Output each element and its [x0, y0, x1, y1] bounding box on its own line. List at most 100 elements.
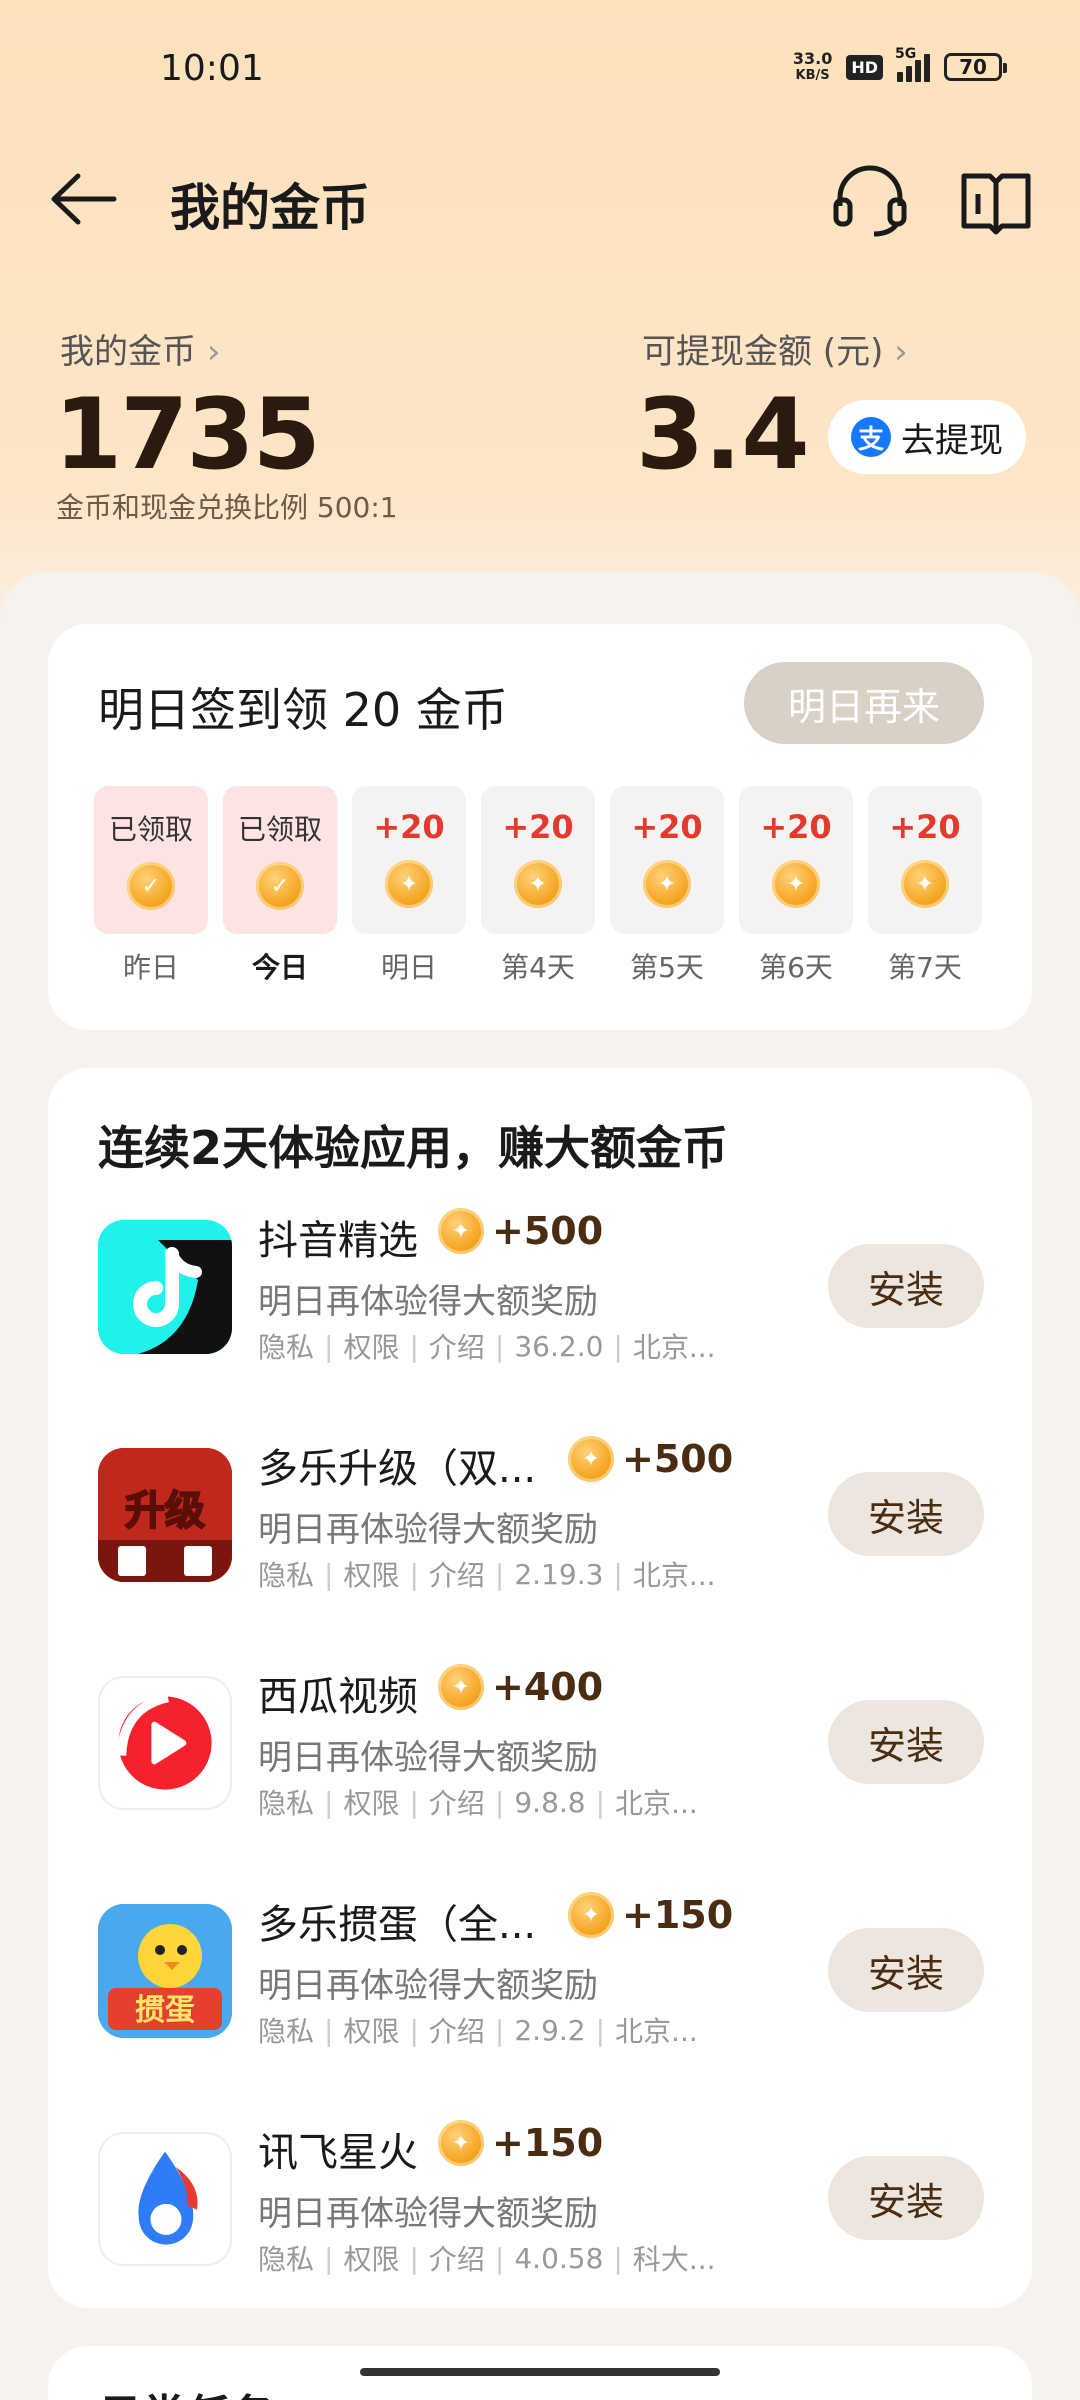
coin-icon: ✦	[568, 1892, 614, 1938]
app-section-title: 连续2天体验应用，赚大额金币	[98, 1121, 729, 1175]
withdraw-button[interactable]: 支 去提现	[828, 400, 1026, 474]
my-coins-link[interactable]: 我的金币 ›	[60, 324, 220, 373]
install-button[interactable]: 安装	[828, 2156, 984, 2240]
permissions-link[interactable]: 权限	[343, 2238, 399, 2278]
status-bar: 10:01 33.0 KB/S HD 5G 70	[0, 0, 1080, 140]
app-reward: ✦ +150	[568, 1892, 733, 1938]
net-speed-value: 33.0	[792, 49, 833, 68]
app-name: 抖音精选	[258, 1218, 418, 1264]
network-type: 5G	[895, 46, 917, 62]
signin-day-box: 已领取 ✓	[94, 786, 208, 934]
headset-icon	[833, 165, 907, 237]
signin-day: +20 ✦ 第5天	[610, 786, 724, 986]
back-button[interactable]	[44, 164, 124, 234]
intro-link[interactable]: 介绍	[429, 1554, 485, 1594]
withdrawable-link[interactable]: 可提现金额 (元) ›	[642, 324, 908, 373]
guandan-icon-glyph: 掼蛋	[135, 1993, 195, 2028]
privacy-link[interactable]: 隐私	[258, 2010, 314, 2050]
shengji-app-icon: 升级	[98, 1448, 232, 1582]
privacy-link[interactable]: 隐私	[258, 1326, 314, 1366]
permissions-link[interactable]: 权限	[343, 1782, 399, 1822]
come-back-tomorrow-button[interactable]: 明日再来	[744, 662, 984, 744]
rules-button[interactable]	[956, 160, 1036, 240]
signin-day-status: +20	[502, 808, 574, 846]
app-meta: 隐私 | 权限 | 介绍 | 9.8.8 | 北京...	[258, 1782, 698, 1822]
app-developer: 科大...	[632, 2243, 716, 2276]
app-row-xunfei-xinghuo[interactable]: 讯飞星火 ✦ +150 明日再体验得大额奖励 隐私 | 权限 | 介绍 | 4.0.5…	[48, 2120, 1032, 2320]
back-arrow-icon	[51, 173, 117, 225]
signin-day-box: +20 ✦	[352, 786, 466, 934]
app-name: 多乐掼蛋（全...	[258, 1902, 537, 1948]
app-version: 9.8.8	[514, 1785, 586, 1819]
app-row-duole-shengji[interactable]: 升级 多乐升级（双... ✦ +500 明日再体验得大额奖励 隐私 | 权限 | 介…	[48, 1436, 1032, 1636]
signin-day-status: 已领取	[237, 813, 322, 846]
app-developer: 北京...	[615, 2015, 698, 2048]
install-button[interactable]: 安装	[828, 1472, 984, 1556]
app-developer: 北京...	[615, 1787, 698, 1820]
app-description: 明日再体验得大额奖励	[258, 1282, 598, 1322]
app-reward: ✦ +500	[568, 1436, 733, 1482]
my-coins-label: 我的金币	[60, 332, 196, 372]
coin-check-icon: ✓	[127, 862, 175, 910]
shengji-icon-glyph: 升级	[125, 1488, 205, 1534]
intro-link[interactable]: 介绍	[429, 2010, 485, 2050]
app-developer: 北京...	[632, 1331, 716, 1364]
coin-icon: ✦	[438, 1664, 484, 1710]
net-speed: 33.0 KB/S	[793, 50, 832, 84]
coin-icon: ✦	[643, 860, 691, 908]
withdraw-label: 去提现	[901, 420, 1003, 461]
signin-day: +20 ✦ 第6天	[739, 786, 853, 986]
install-button[interactable]: 安装	[828, 1244, 984, 1328]
xinghuo-app-icon	[98, 2132, 232, 2266]
reward-amount: +150	[622, 1893, 734, 1937]
app-version: 36.2.0	[514, 1329, 604, 1363]
permissions-link[interactable]: 权限	[343, 1554, 399, 1594]
status-icons: 33.0 KB/S HD 5G 70	[793, 46, 1007, 84]
coin-icon: ✦	[385, 860, 433, 908]
signin-day-label: 第4天	[501, 951, 575, 984]
app-reward: ✦ +400	[438, 1664, 603, 1710]
app-row-xigua[interactable]: 西瓜视频 ✦ +400 明日再体验得大额奖励 隐私 | 权限 | 介绍 | 9.8.8…	[48, 1664, 1032, 1864]
reward-amount: +500	[622, 1437, 734, 1481]
app-row-duole-guandan[interactable]: 掼蛋 多乐掼蛋（全... ✦ +150 明日再体验得大额奖励 隐私 | 权限 | 介…	[48, 1892, 1032, 2092]
install-button[interactable]: 安装	[828, 1700, 984, 1784]
signin-day-label: 昨日	[122, 951, 179, 984]
privacy-link[interactable]: 隐私	[258, 1554, 314, 1594]
coin-balance: 1735	[54, 378, 321, 492]
reward-amount: +400	[492, 1665, 604, 1709]
app-name: 多乐升级（双...	[258, 1446, 537, 1492]
signin-day-status: +20	[889, 808, 961, 846]
intro-link[interactable]: 介绍	[429, 1326, 485, 1366]
signin-day-status: 已领取	[108, 813, 193, 846]
signal-icon: 5G	[895, 46, 930, 82]
privacy-link[interactable]: 隐私	[258, 1782, 314, 1822]
app-description: 明日再体验得大额奖励	[258, 1510, 598, 1550]
app-description: 明日再体验得大额奖励	[258, 2194, 598, 2234]
install-button[interactable]: 安装	[828, 1928, 984, 2012]
app-meta: 隐私 | 权限 | 介绍 | 4.0.58 | 科大...	[258, 2238, 716, 2278]
intro-link[interactable]: 介绍	[429, 2238, 485, 2278]
signin-days: 已领取 ✓ 昨日 已领取 ✓ 今日 +20 ✦ 明日 +20 ✦ 第4天 +20 ✦ 第5天 +20 ✦ 第6天 +…	[94, 786, 982, 986]
signin-day: +20 ✦ 第4天	[481, 786, 595, 986]
alipay-icon: 支	[851, 417, 891, 457]
coin-check-icon: ✓	[256, 862, 304, 910]
status-time: 10:01	[160, 48, 264, 89]
signin-day: +20 ✦ 明日	[352, 786, 466, 986]
app-developer: 北京...	[632, 1559, 716, 1592]
privacy-link[interactable]: 隐私	[258, 2238, 314, 2278]
customer-service-button[interactable]	[830, 160, 910, 240]
signin-day-status: +20	[631, 808, 703, 846]
signin-day-label: 今日	[251, 951, 308, 984]
signin-day: +20 ✦ 第7天	[868, 786, 982, 986]
app-reward: ✦ +150	[438, 2120, 603, 2166]
home-indicator[interactable]	[360, 2368, 720, 2376]
permissions-link[interactable]: 权限	[343, 2010, 399, 2050]
signin-day-box: +20 ✦	[610, 786, 724, 934]
coin-icon: ✦	[901, 860, 949, 908]
coin-icon: ✦	[438, 1208, 484, 1254]
intro-link[interactable]: 介绍	[429, 1782, 485, 1822]
signin-day-label: 第6天	[759, 951, 833, 984]
signin-title: 明日签到领 20 金币	[98, 683, 508, 737]
app-row-douyin[interactable]: 抖音精选 ✦ +500 明日再体验得大额奖励 隐私 | 权限 | 介绍 | 36.2.…	[48, 1208, 1032, 1408]
permissions-link[interactable]: 权限	[343, 1326, 399, 1366]
